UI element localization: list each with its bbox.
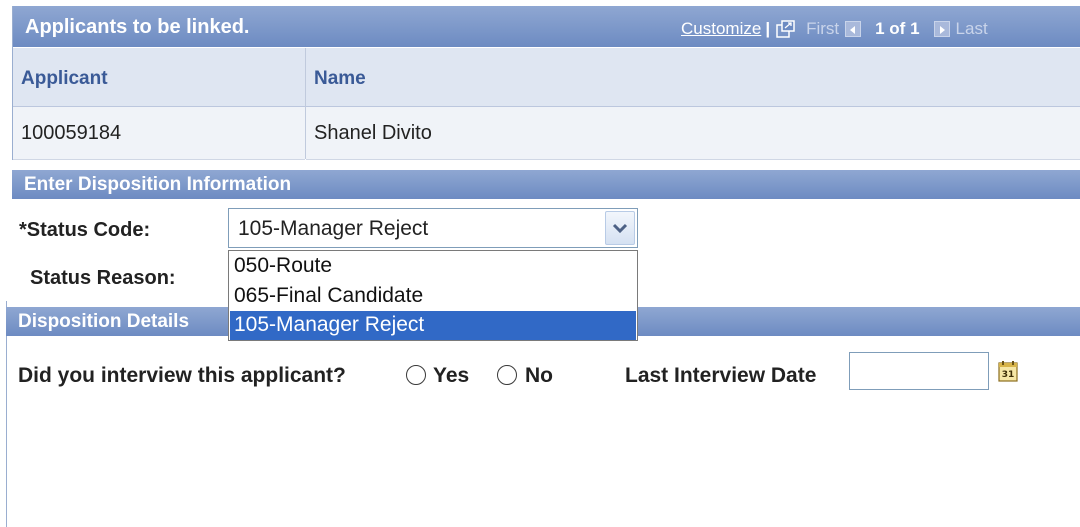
last-link[interactable]: Last [956, 19, 988, 39]
last-interview-date-label: Last Interview Date [625, 364, 817, 387]
nav-separator: | [765, 19, 771, 38]
first-link[interactable]: First [806, 19, 839, 39]
option-route[interactable]: 050-Route [230, 252, 636, 281]
status-code-value: 105-Manager Reject [238, 217, 429, 240]
applicant-name: Shanel Divito [314, 122, 432, 144]
status-code-label: *Status Code: [19, 219, 150, 242]
option-label: 105-Manager Reject [234, 313, 425, 336]
disposition-section-header: Enter Disposition Information [12, 170, 1080, 199]
column-header-name[interactable]: Name [306, 48, 1080, 107]
required-marker: * [19, 219, 27, 241]
grid-title: Applicants to be linked. [25, 16, 250, 38]
applicant-id: 100059184 [21, 122, 122, 144]
next-arrow-icon[interactable] [933, 21, 950, 37]
status-code-select[interactable]: 105-Manager Reject [228, 208, 638, 248]
grid-navigation: Customize | First 1 of 1 Last [681, 19, 988, 39]
grid-header: Applicants to be linked. Customize | Fir… [13, 6, 1080, 47]
section-title: Disposition Details [18, 311, 190, 332]
chevron-down-icon [612, 223, 628, 234]
section-title: Enter Disposition Information [24, 174, 292, 195]
yes-label[interactable]: Yes [433, 364, 469, 388]
status-code-label-text: Status Code: [26, 219, 151, 241]
column-header-applicant[interactable]: Applicant [13, 48, 305, 107]
table-cell-applicant: 100059184 [13, 107, 305, 160]
calendar-day-text: 31 [1002, 370, 1015, 380]
status-reason-label: Status Reason: [30, 267, 176, 289]
status-code-options-list[interactable]: 050-Route 065-Final Candidate 105-Manage… [228, 250, 638, 341]
option-label: 050-Route [234, 254, 333, 277]
option-label: 065-Final Candidate [234, 284, 424, 307]
table-cell-name: Shanel Divito [306, 107, 1080, 160]
customize-link[interactable]: Customize [681, 19, 761, 39]
dropdown-button[interactable] [605, 211, 635, 245]
interview-question: Did you interview this applicant? [18, 364, 346, 387]
calendar-icon[interactable]: 31 [998, 360, 1018, 382]
no-label[interactable]: No [525, 364, 553, 388]
column-header-label: Applicant [21, 68, 108, 89]
yes-radio[interactable] [406, 365, 426, 385]
option-manager-reject[interactable]: 105-Manager Reject [230, 311, 636, 340]
no-radio[interactable] [497, 365, 517, 385]
option-final-candidate[interactable]: 065-Final Candidate [230, 282, 636, 311]
column-header-label: Name [314, 68, 366, 89]
previous-arrow-icon[interactable] [845, 21, 862, 37]
last-interview-date-input[interactable] [849, 352, 989, 390]
view-all-icon[interactable] [776, 20, 796, 38]
applicants-grid: Applicants to be linked. Customize | Fir… [12, 6, 1080, 160]
page-count: 1 of 1 [875, 19, 920, 38]
